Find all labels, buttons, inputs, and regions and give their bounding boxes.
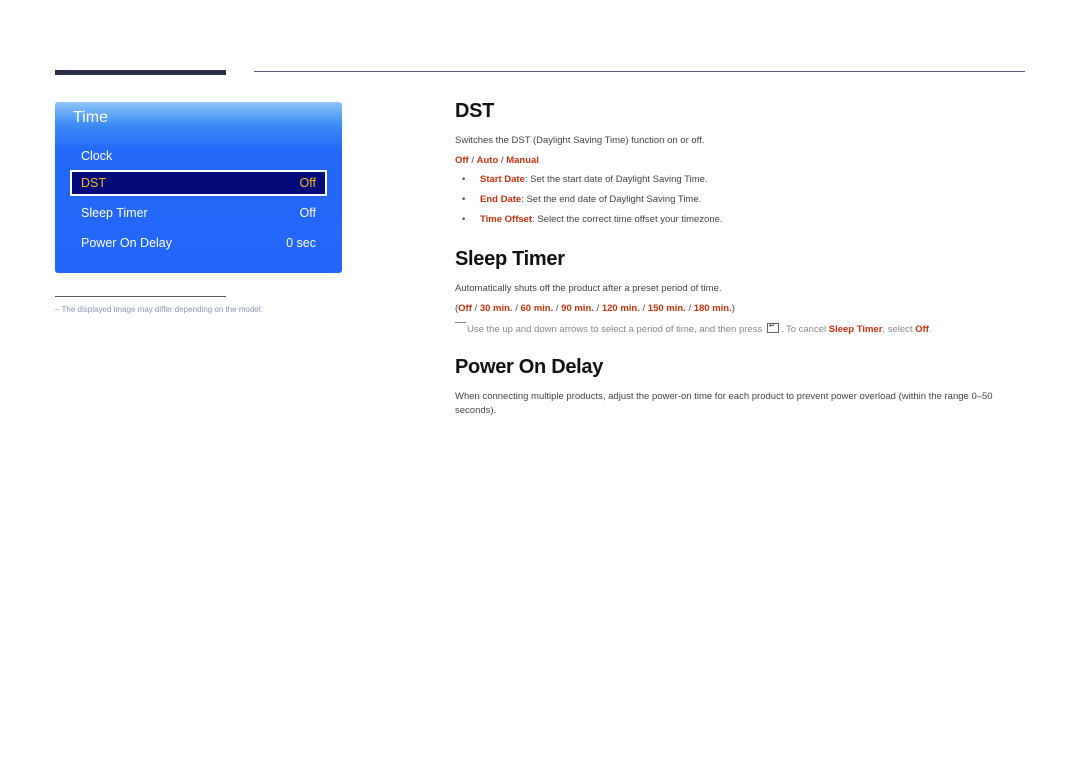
menu-item-label: Clock <box>81 149 113 163</box>
separator: / <box>468 155 477 166</box>
dst-option: Auto <box>476 155 499 166</box>
note-text: Use the up and down arrows to select a p… <box>467 324 765 335</box>
menu-item-power-on-delay[interactable]: Power On Delay 0 sec <box>71 230 326 256</box>
bullet-text: : Select the correct time offset your ti… <box>532 214 723 225</box>
separator: / <box>639 303 648 314</box>
bullet-text: : Set the end date of Daylight Saving Ti… <box>521 194 702 205</box>
dst-option: Manual <box>506 155 539 166</box>
menu-item-value: Off <box>299 206 316 220</box>
note-term: Off <box>915 324 929 335</box>
sleep-option: Off <box>458 303 472 314</box>
bullet-icon: • <box>462 214 466 225</box>
sleep-option: 150 min. <box>647 303 686 314</box>
sleep-option: 30 min. <box>479 303 513 314</box>
bullet-icon: • <box>462 194 466 205</box>
dst-bullet-item: Start Date: Set the start date of Daylig… <box>480 174 708 185</box>
menu-item-sleep-timer[interactable]: Sleep Timer Off <box>71 200 326 226</box>
menu-item-label: Power On Delay <box>81 236 173 250</box>
menu-item-label: DST <box>81 176 106 190</box>
dst-heading: DST <box>455 100 495 122</box>
bullet-term: End Date <box>480 194 522 205</box>
separator: / <box>553 303 562 314</box>
sleep-option: 60 min. <box>520 303 554 314</box>
footnote-divider <box>55 296 226 297</box>
sleep-option: 120 min. <box>601 303 640 314</box>
sleep-timer-note: Use the up and down arrows to select a p… <box>455 321 932 335</box>
separator: / <box>593 303 602 314</box>
header-rule-thick <box>55 70 226 75</box>
bullet-term: Time Offset <box>480 214 533 225</box>
bullet-text: : Set the start date of Daylight Saving … <box>524 174 708 185</box>
time-menu-panel: Time Clock DST Off Sleep Timer Off Power… <box>55 102 342 273</box>
dst-options: Off / Auto / Manual <box>455 154 539 168</box>
separator: / <box>685 303 694 314</box>
sleep-timer-options: (Off / 30 min. / 60 min. / 90 min. / 120… <box>455 302 735 316</box>
menu-item-label: Sleep Timer <box>81 206 148 220</box>
power-on-delay-heading: Power On Delay <box>455 356 604 378</box>
sleep-timer-heading: Sleep Timer <box>455 248 565 270</box>
bullet-term: Start Date <box>480 174 525 185</box>
dst-option: Off <box>455 155 469 166</box>
menu-item-clock[interactable]: Clock <box>71 143 326 169</box>
menu-item-dst[interactable]: DST Off <box>70 170 327 196</box>
note-text: , select <box>882 324 916 335</box>
dst-bullet-item: End Date: Set the end date of Daylight S… <box>480 194 701 205</box>
note-text: . <box>928 324 932 335</box>
dst-bullet-item: Time Offset: Select the correct time off… <box>480 214 723 225</box>
separator: / <box>471 303 480 314</box>
header-rule-thin <box>254 71 1025 72</box>
note-text: . To cancel <box>780 324 829 335</box>
note-dash-icon <box>455 322 466 323</box>
sleep-timer-description: Automatically shuts off the product afte… <box>455 283 722 294</box>
note-term: Sleep Timer <box>828 324 883 335</box>
paren: ) <box>731 303 735 314</box>
menu-title: Time <box>73 109 108 126</box>
dst-description: Switches the DST (Daylight Saving Time) … <box>455 135 705 146</box>
separator: / <box>498 155 507 166</box>
menu-item-value: Off <box>299 176 316 190</box>
enter-key-icon <box>766 321 779 333</box>
power-on-delay-description: When connecting multiple products, adjus… <box>455 391 993 416</box>
sleep-option: 180 min. <box>693 303 732 314</box>
bullet-icon: • <box>462 174 466 185</box>
footnote: – The displayed image may differ dependi… <box>55 305 263 314</box>
menu-item-value: 0 sec <box>286 236 316 250</box>
sleep-option: 90 min. <box>561 303 594 314</box>
